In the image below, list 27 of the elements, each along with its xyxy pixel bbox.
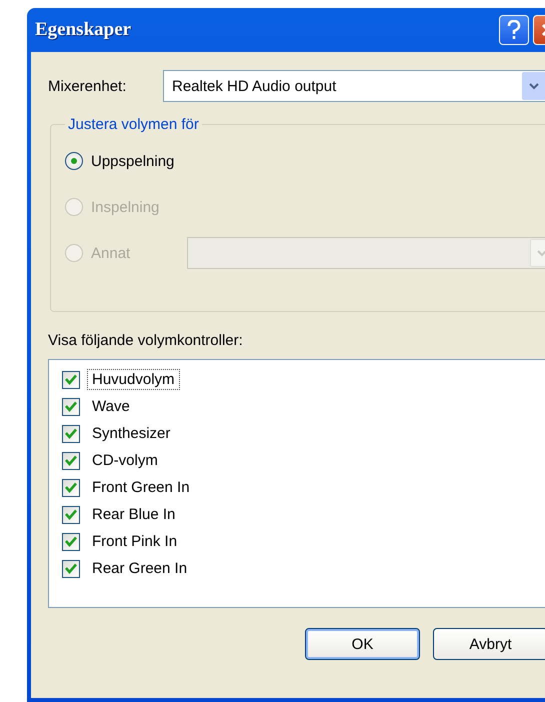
control-label[interactable]: Synthesizer [87,423,176,444]
checkbox[interactable] [62,398,80,416]
help-button[interactable] [499,15,529,45]
control-label[interactable]: Wave [87,396,135,417]
radio-button[interactable] [65,152,83,170]
checkbox[interactable] [62,424,80,442]
checkbox[interactable] [62,370,80,388]
mixer-label: Mixerenhet: [48,78,128,94]
checkbox[interactable] [62,478,80,496]
control-label[interactable]: Huvudvolym [87,369,180,390]
mixer-dropdown[interactable]: Realtek HD Audio output [163,70,545,102]
checkbox[interactable] [62,506,80,524]
checkbox[interactable] [62,452,80,470]
control-label[interactable]: CD-volym [87,450,163,471]
controls-label: Visa följande volymkontroller: [48,332,244,349]
control-label[interactable]: Rear Blue In [87,504,180,525]
control-label[interactable]: Front Pink In [87,531,182,552]
group-title: Justera volymen för [67,116,200,133]
control-label[interactable]: Rear Green In [87,558,192,579]
question-mark-icon [507,20,521,40]
radio-label[interactable]: Uppspelning [91,152,174,170]
dialog-button[interactable]: Avbryt [433,628,545,660]
checkbox[interactable] [62,560,80,578]
checkbox[interactable] [62,532,80,550]
window-title: Egenskaper [35,19,132,41]
control-label[interactable]: Front Green In [87,477,195,498]
dialog-button[interactable]: OK [305,628,420,660]
